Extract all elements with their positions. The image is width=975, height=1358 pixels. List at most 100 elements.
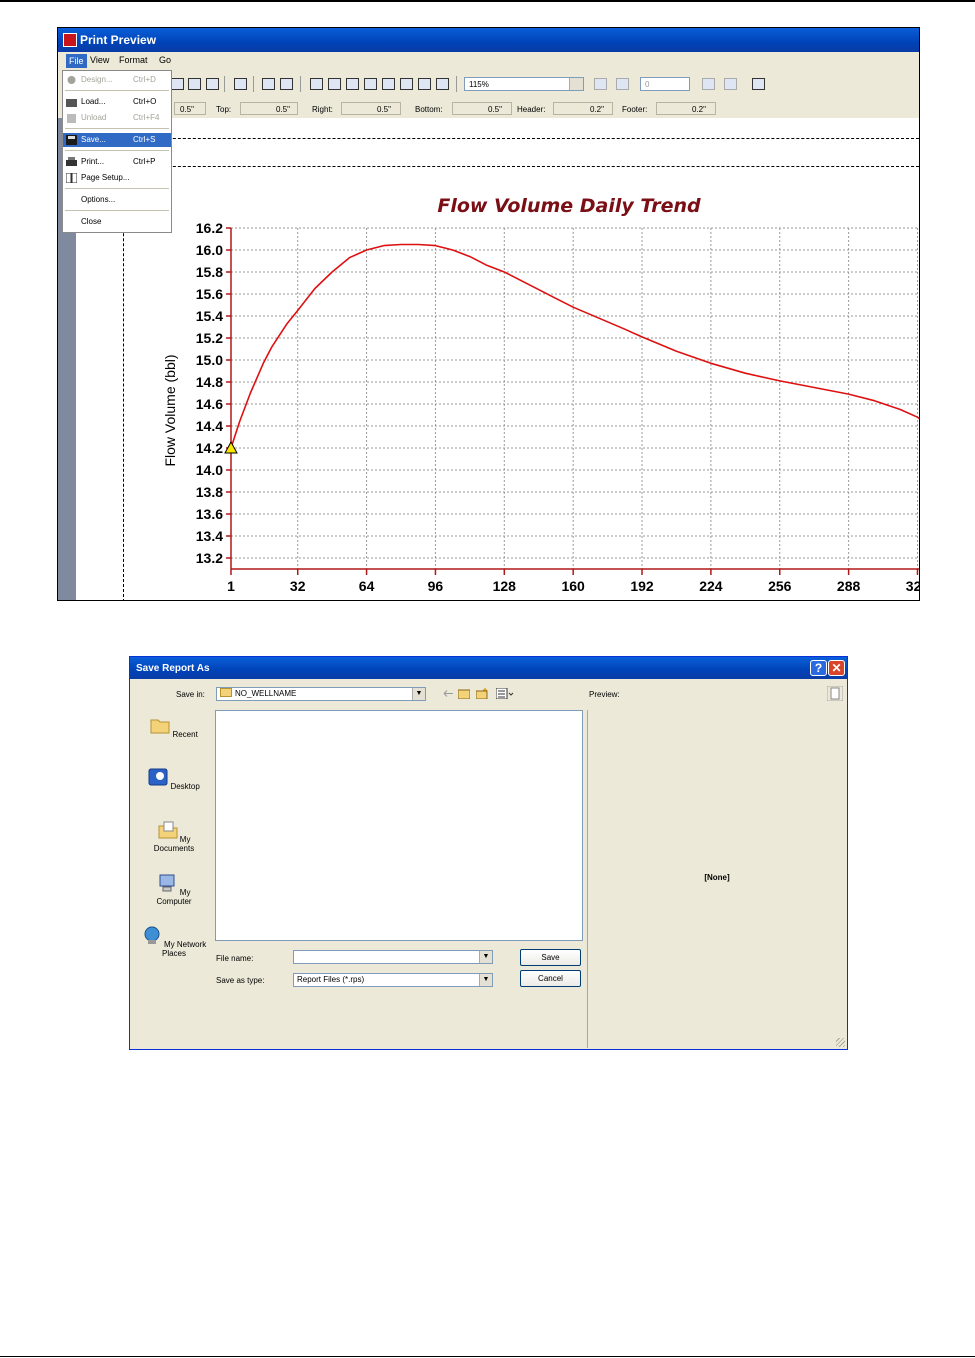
header-margin-value: 0.2" [590, 105, 604, 114]
page-layout-icon[interactable] [234, 78, 247, 90]
print-setup-icon[interactable] [188, 78, 201, 90]
x-tick-label: 288 [837, 578, 861, 594]
right-margin-field[interactable] [341, 102, 401, 115]
preview-work-area: Flow Volume Daily Trend 13.2 13.4 13.6 13.8 1… [58, 118, 919, 600]
up-folder-icon[interactable] [458, 688, 470, 699]
footer-margin-value: 0.2" [692, 105, 706, 114]
chevron-down-icon[interactable]: ▼ [479, 951, 492, 963]
menu-item-print[interactable]: Print... Ctrl+P [63, 155, 171, 169]
places-recent[interactable]: Recent [140, 715, 208, 739]
menu-item-save[interactable]: Save... Ctrl+S [63, 133, 171, 147]
next-page-icon[interactable] [702, 78, 715, 90]
print-preview-window: Print Preview File View Format Go 115% 0 [57, 27, 920, 601]
menu-item-page-setup[interactable]: Page Setup... [63, 171, 171, 185]
y-tick-label: 16.0 [196, 242, 223, 258]
save-in-select[interactable]: NO_WELLNAME ▼ [216, 687, 426, 701]
print-preview-titlebar: Print Preview [58, 28, 919, 52]
place-label: Desktop [170, 782, 200, 791]
preview-label: Preview: [589, 690, 620, 699]
save-button[interactable]: Save [520, 949, 581, 966]
places-my-computer[interactable]: My Computer [140, 873, 208, 906]
menu-item-unload[interactable]: Unload Ctrl+F4 [63, 111, 171, 125]
zoom-value: 115% [469, 80, 489, 89]
exit-icon[interactable] [752, 78, 765, 90]
y-tick-label: 15.4 [196, 308, 223, 324]
close-button[interactable]: ✕ [828, 660, 845, 676]
places-desktop[interactable]: Desktop [140, 767, 208, 791]
dialog-titlebar: Save Report As ? ✕ [130, 657, 847, 679]
chevron-down-icon[interactable]: ▼ [479, 974, 492, 986]
preview-toggle-icon[interactable] [827, 686, 843, 701]
menu-separator [65, 210, 169, 211]
places-my-network[interactable]: My Network Places [140, 925, 208, 958]
menu-item-close[interactable]: Close [63, 215, 171, 229]
back-arrow-icon[interactable] [442, 688, 454, 699]
menu-separator [65, 188, 169, 189]
y-tick-label: 14.2 [196, 440, 223, 456]
top-margin-label: Top: [216, 105, 232, 114]
two-pages-icon[interactable] [364, 78, 377, 90]
print-icon[interactable] [171, 78, 184, 90]
window-title: Print Preview [80, 33, 157, 47]
menu-go[interactable]: Go [159, 55, 171, 65]
places-my-documents[interactable]: My Documents [140, 820, 208, 853]
whole-page-icon[interactable] [328, 78, 341, 90]
help-button[interactable]: ? [810, 660, 827, 676]
dialog-title: Save Report As [136, 663, 210, 674]
view-menu-icon[interactable] [496, 688, 514, 699]
my-documents-icon [158, 821, 178, 839]
menu-item-load[interactable]: Load... Ctrl+O [63, 95, 171, 109]
page-number-value: 0 [645, 80, 650, 89]
export-icon[interactable] [280, 78, 293, 90]
x-tick-label: 96 [428, 578, 444, 594]
save-as-type-select[interactable]: Report Files (*.rps) ▼ [293, 973, 493, 987]
save-as-type-value: Report Files (*.rps) [297, 975, 365, 984]
thumbnails-icon[interactable] [418, 78, 431, 90]
y-axis-label: Flow Volume (bbl) [162, 354, 178, 466]
resize-grip[interactable] [836, 1038, 845, 1047]
menu-item-design[interactable]: Design... Ctrl+D [63, 73, 171, 87]
chart-title: Flow Volume Daily Trend [437, 195, 701, 217]
file-list[interactable] [215, 710, 583, 941]
y-tick-label: 13.8 [196, 484, 223, 500]
header-margin-field[interactable] [553, 102, 613, 115]
y-tick-label: 15.0 [196, 352, 223, 368]
previous-page-icon[interactable] [616, 78, 629, 90]
zoom-select[interactable]: 115% [464, 77, 584, 91]
page-width-icon[interactable] [310, 78, 323, 90]
menu-item-shortcut: Ctrl+P [133, 157, 156, 166]
chevron-down-icon[interactable] [569, 78, 583, 90]
menu-item-options[interactable]: Options... [63, 193, 171, 207]
footer-margin-field[interactable] [656, 102, 716, 115]
new-folder-icon[interactable] [476, 688, 488, 699]
menu-view[interactable]: View [90, 55, 109, 65]
toolbar-separator [456, 76, 457, 92]
menu-file[interactable]: File [66, 54, 87, 68]
y-tick-label: 14.0 [196, 462, 223, 478]
menu-item-shortcut: Ctrl+F4 [133, 113, 160, 122]
folder-icon [220, 688, 232, 697]
copy-icon[interactable] [262, 78, 275, 90]
cancel-button[interactable]: Cancel [520, 970, 581, 987]
menu-item-label: Save... [81, 135, 106, 144]
first-page-icon[interactable] [594, 78, 607, 90]
file-name-label: File name: [216, 954, 254, 963]
x-tick-label: 192 [630, 578, 654, 594]
gear-icon [67, 76, 76, 84]
y-tick-label: 13.6 [196, 506, 223, 522]
chevron-down-icon[interactable]: ▼ [412, 688, 425, 700]
single-page-icon[interactable] [346, 78, 359, 90]
four-pages-icon[interactable] [382, 78, 395, 90]
x-tick-label: 32 [290, 578, 306, 594]
menu-format[interactable]: Format [119, 55, 148, 65]
file-name-input[interactable]: ▼ [293, 950, 493, 964]
zoom-icon[interactable] [436, 78, 449, 90]
page-number-input[interactable]: 0 [640, 77, 690, 91]
bottom-margin-field[interactable] [452, 102, 512, 115]
multi-pages-icon[interactable] [400, 78, 413, 90]
book-icon[interactable] [206, 78, 219, 90]
menu-item-label: Print... [81, 157, 105, 166]
last-page-icon[interactable] [724, 78, 737, 90]
place-label: My Network Places [161, 940, 207, 958]
x-tick-label: 224 [699, 578, 723, 594]
